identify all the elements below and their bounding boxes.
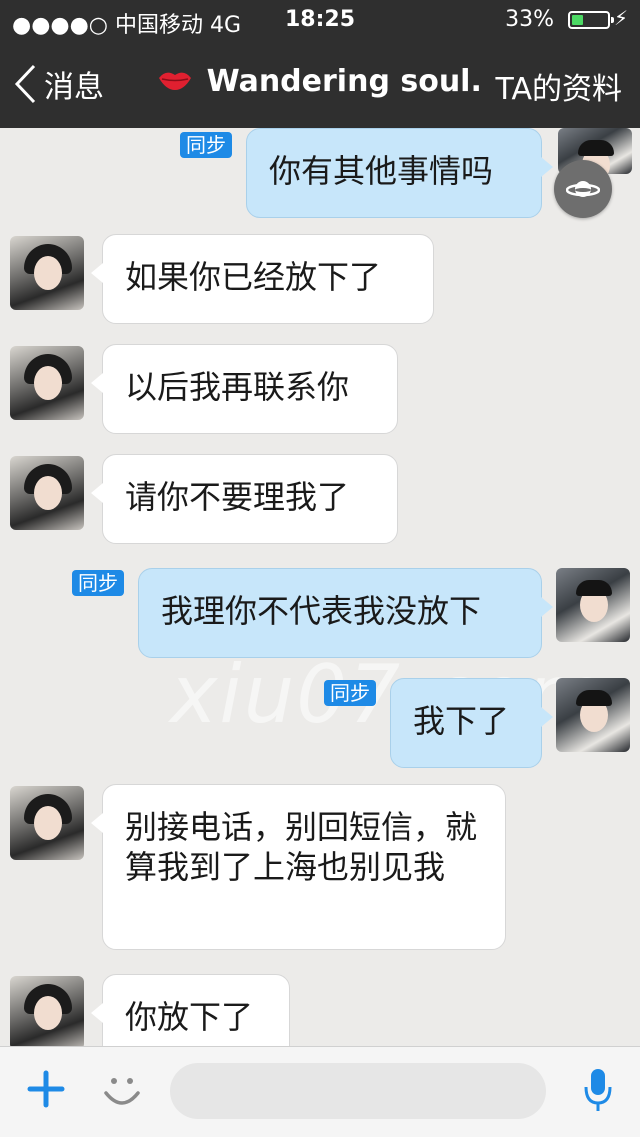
- message-text: 请你不要理我了: [125, 478, 350, 516]
- plus-icon[interactable]: [26, 1069, 66, 1109]
- microphone-icon[interactable]: [584, 1067, 612, 1113]
- message-bubble-incoming[interactable]: 请你不要理我了: [91, 454, 398, 544]
- sync-badge: 同步: [324, 680, 376, 706]
- sync-badge: 同步: [180, 132, 232, 158]
- chat-title: Wandering soul.: [150, 64, 490, 99]
- sync-badge: 同步: [72, 570, 124, 596]
- chat-title-text: Wandering soul.: [206, 64, 482, 99]
- nav-bar: 消息 Wandering soul. TA的资料: [0, 40, 640, 128]
- contact-avatar[interactable]: [10, 456, 84, 530]
- message-bubble-outgoing[interactable]: 我理你不代表我没放下: [138, 568, 553, 658]
- message-bubble-outgoing[interactable]: 你有其他事情吗: [246, 128, 553, 218]
- message-bubble-incoming[interactable]: 别接电话，别回短信，就算我到了上海也别见我: [91, 784, 506, 950]
- my-avatar[interactable]: [556, 678, 630, 752]
- message-text: 你放下了: [125, 998, 254, 1036]
- message-text: 以后我再联系你: [125, 368, 350, 406]
- contact-avatar[interactable]: [10, 346, 84, 420]
- input-bar: [0, 1046, 640, 1137]
- planet-icon: [566, 181, 600, 197]
- message-text: 你有其他事情吗: [269, 152, 494, 190]
- battery-level: [572, 15, 583, 25]
- battery-icon: [568, 11, 614, 29]
- message-text: 我下了: [413, 702, 510, 740]
- status-bar: ●●●●○ 中国移动 4G 18:25 33% ⚡: [0, 0, 640, 40]
- message-text: 如果你已经放下了: [125, 258, 382, 296]
- chat-area[interactable]: 同步 你有其他事情吗 如果你已经放下了 以后我再联系你 请你不要理我了 xiu0…: [0, 128, 640, 1046]
- contact-avatar[interactable]: [10, 786, 84, 860]
- message-bubble-incoming[interactable]: 你放下了: [91, 974, 290, 1046]
- message-bubble-outgoing[interactable]: 我下了: [390, 678, 553, 768]
- message-text: 我理你不代表我没放下: [161, 592, 482, 630]
- message-input[interactable]: [170, 1063, 546, 1119]
- contact-avatar[interactable]: [10, 976, 84, 1046]
- lips-icon: [158, 64, 202, 99]
- charging-bolt-icon: ⚡: [613, 6, 628, 30]
- back-button[interactable]: 消息: [14, 62, 104, 106]
- battery-percent: 33%: [505, 7, 554, 32]
- my-avatar[interactable]: [556, 568, 630, 642]
- floating-menu-button[interactable]: [554, 160, 612, 218]
- profile-button[interactable]: TA的资料: [495, 64, 622, 108]
- message-bubble-incoming[interactable]: 以后我再联系你: [91, 344, 398, 434]
- contact-avatar[interactable]: [10, 236, 84, 310]
- emoji-icon[interactable]: [100, 1067, 144, 1113]
- message-bubble-incoming[interactable]: 如果你已经放下了: [91, 234, 434, 324]
- back-label: 消息: [44, 70, 104, 105]
- chevron-left-icon: [14, 64, 36, 104]
- message-text: 别接电话，别回短信，就算我到了上海也别见我: [125, 808, 478, 886]
